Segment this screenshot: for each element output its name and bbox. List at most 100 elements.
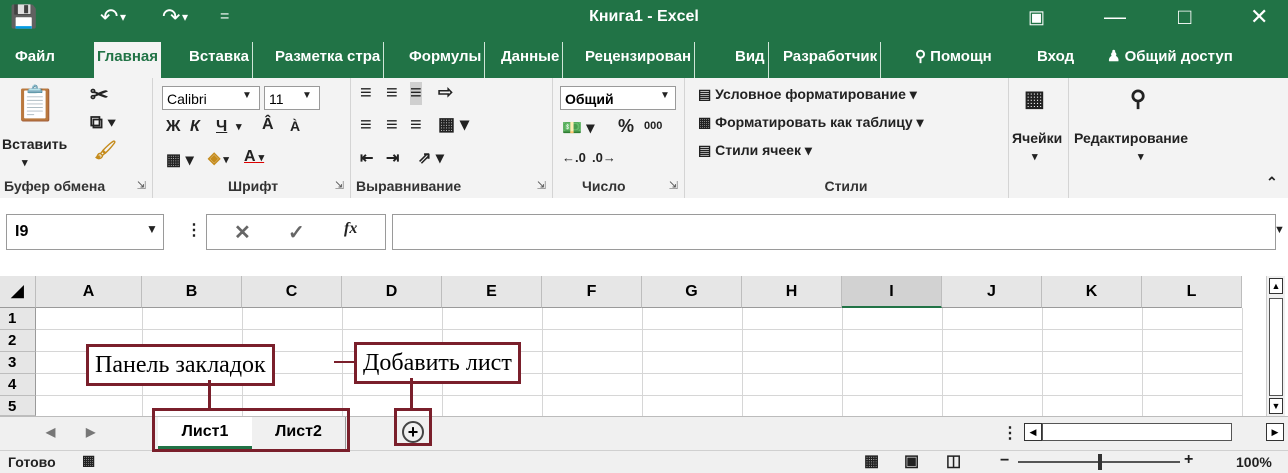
- scroll-down-icon[interactable]: ▼: [1269, 398, 1283, 414]
- tab-insert[interactable]: Вставка: [186, 42, 253, 78]
- bold-button[interactable]: Ж: [166, 118, 180, 136]
- currency-icon[interactable]: 💵 ▾: [562, 118, 594, 138]
- col-header-k[interactable]: K: [1042, 276, 1142, 308]
- paste-dropdown-icon[interactable]: ▾: [22, 156, 28, 169]
- paste-button[interactable]: Вставить: [2, 136, 67, 152]
- align-center-icon[interactable]: ≡: [386, 114, 398, 137]
- horizontal-scroll-thumb[interactable]: [1042, 423, 1232, 441]
- ribbon-display-icon[interactable]: ▣: [1028, 4, 1045, 30]
- font-color-icon[interactable]: A ▾: [244, 148, 264, 166]
- formula-input[interactable]: [392, 214, 1276, 250]
- name-box[interactable]: I9: [6, 214, 164, 250]
- chevron-down-icon[interactable]: ▼: [242, 90, 252, 101]
- scroll-tabs-right-icon[interactable]: ▶: [86, 425, 95, 439]
- sign-in-link[interactable]: Вход: [1034, 42, 1077, 78]
- col-header-j[interactable]: J: [942, 276, 1042, 308]
- decrease-font-icon[interactable]: À: [290, 118, 300, 134]
- collapse-ribbon-icon[interactable]: ⌃: [1266, 174, 1278, 191]
- col-header-f[interactable]: F: [542, 276, 642, 308]
- tab-data[interactable]: Данные: [498, 42, 564, 78]
- cancel-icon[interactable]: ✕: [234, 220, 251, 245]
- zoom-slider-thumb[interactable]: [1098, 454, 1102, 470]
- number-format-combo[interactable]: Общий: [560, 86, 676, 110]
- merge-cells-icon[interactable]: ▦ ▾: [438, 114, 469, 135]
- share-button[interactable]: ♟ Общий доступ: [1104, 42, 1236, 78]
- zoom-out-button[interactable]: −: [1000, 452, 1009, 470]
- align-right-icon[interactable]: ≡: [410, 114, 422, 137]
- row-header-2[interactable]: 2: [0, 330, 36, 352]
- decrease-indent-icon[interactable]: ⇤: [360, 148, 373, 168]
- align-bottom-icon[interactable]: ≡: [410, 82, 422, 105]
- clipboard-launcher-icon[interactable]: ⇲: [137, 179, 146, 192]
- align-middle-icon[interactable]: ≡: [386, 82, 398, 105]
- row-header-3[interactable]: 3: [0, 352, 36, 374]
- vertical-scroll-thumb[interactable]: [1269, 298, 1283, 396]
- borders-icon[interactable]: ▦ ▾: [166, 150, 194, 170]
- fill-color-icon[interactable]: ◈ ▾: [208, 148, 229, 168]
- row-header-5[interactable]: 5: [0, 396, 36, 416]
- number-launcher-icon[interactable]: ⇲: [669, 179, 678, 192]
- chevron-down-icon[interactable]: ▼: [660, 90, 670, 101]
- format-as-table-button[interactable]: ▦ Форматировать как таблицу ▾: [698, 114, 924, 131]
- alignment-launcher-icon[interactable]: ⇲: [537, 179, 546, 192]
- col-header-c[interactable]: C: [242, 276, 342, 308]
- expand-formula-icon[interactable]: ▼: [1274, 224, 1285, 236]
- minimize-icon[interactable]: —: [1104, 4, 1126, 30]
- col-header-d[interactable]: D: [342, 276, 442, 308]
- row-header-4[interactable]: 4: [0, 374, 36, 396]
- copy-icon[interactable]: ⧉ ▾: [90, 112, 115, 133]
- italic-button[interactable]: К: [190, 118, 200, 136]
- vertical-scrollbar[interactable]: ▲ ▼: [1266, 276, 1285, 416]
- tab-review[interactable]: Рецензирован: [582, 42, 696, 78]
- align-top-icon[interactable]: ≡: [360, 82, 372, 105]
- page-break-view-icon[interactable]: ◫: [946, 451, 961, 471]
- increase-font-icon[interactable]: Â: [262, 116, 274, 134]
- worksheet-grid[interactable]: ◢ A B C D E F G H I J K L 1 2 3 4 5 ▲ ▼: [0, 266, 1288, 416]
- zoom-in-button[interactable]: +: [1184, 451, 1193, 469]
- insert-function-button[interactable]: fx: [344, 220, 357, 238]
- percent-button[interactable]: %: [618, 116, 634, 137]
- paste-icon[interactable]: 📋: [14, 84, 56, 124]
- scroll-up-icon[interactable]: ▲: [1269, 278, 1283, 294]
- enter-icon[interactable]: ✓: [288, 220, 305, 245]
- underline-dropdown-icon[interactable]: ▾: [236, 120, 242, 133]
- increase-indent-icon[interactable]: ⇥: [386, 148, 399, 168]
- orientation-icon[interactable]: ⇗ ▾: [418, 148, 444, 168]
- scroll-right-icon[interactable]: ▶: [1266, 423, 1284, 441]
- group-editing[interactable]: ⚲ Редактирование ▾: [1068, 78, 1222, 198]
- underline-button[interactable]: Ч: [216, 118, 227, 136]
- more-icon[interactable]: ⋮: [186, 220, 202, 240]
- tab-help[interactable]: ⚲ Помощн: [912, 42, 995, 78]
- normal-view-icon[interactable]: ▦: [864, 451, 879, 471]
- tab-page-layout[interactable]: Разметка стра: [272, 42, 385, 78]
- increase-decimal-icon[interactable]: ←.0: [562, 150, 586, 165]
- tab-file[interactable]: Файл: [12, 42, 58, 78]
- splitter-icon[interactable]: ⋮: [1002, 423, 1018, 443]
- decrease-decimal-icon[interactable]: .0→: [592, 150, 616, 165]
- chevron-down-icon[interactable]: ▼: [302, 90, 312, 101]
- col-header-l[interactable]: L: [1142, 276, 1242, 308]
- thousands-button[interactable]: 000: [644, 120, 662, 132]
- scroll-left-icon[interactable]: ◀: [1024, 423, 1042, 441]
- col-header-g[interactable]: G: [642, 276, 742, 308]
- group-cells[interactable]: ▦ Ячейки ▾: [1008, 78, 1069, 198]
- tab-home[interactable]: Главная: [94, 42, 162, 78]
- col-header-h[interactable]: H: [742, 276, 842, 308]
- conditional-formatting-button[interactable]: ▤ Условное форматирование ▾: [698, 86, 917, 103]
- name-box-dropdown-icon[interactable]: ▼: [146, 222, 158, 236]
- cell-styles-button[interactable]: ▤ Стили ячеек ▾: [698, 142, 812, 159]
- col-header-b[interactable]: B: [142, 276, 242, 308]
- wrap-text-icon[interactable]: ⇨: [438, 82, 453, 103]
- col-header-i[interactable]: I: [842, 276, 942, 308]
- col-header-a[interactable]: A: [36, 276, 142, 308]
- cut-icon[interactable]: ✂: [90, 82, 108, 108]
- tab-view[interactable]: Вид: [732, 42, 769, 78]
- close-icon[interactable]: ✕: [1250, 4, 1268, 30]
- page-layout-view-icon[interactable]: ▣: [904, 451, 919, 471]
- col-header-e[interactable]: E: [442, 276, 542, 308]
- zoom-level[interactable]: 100%: [1236, 454, 1272, 470]
- font-launcher-icon[interactable]: ⇲: [335, 179, 344, 192]
- align-left-icon[interactable]: ≡: [360, 114, 372, 137]
- tab-developer[interactable]: Разработчик: [780, 42, 882, 78]
- scroll-tabs-left-icon[interactable]: ◀: [46, 425, 55, 439]
